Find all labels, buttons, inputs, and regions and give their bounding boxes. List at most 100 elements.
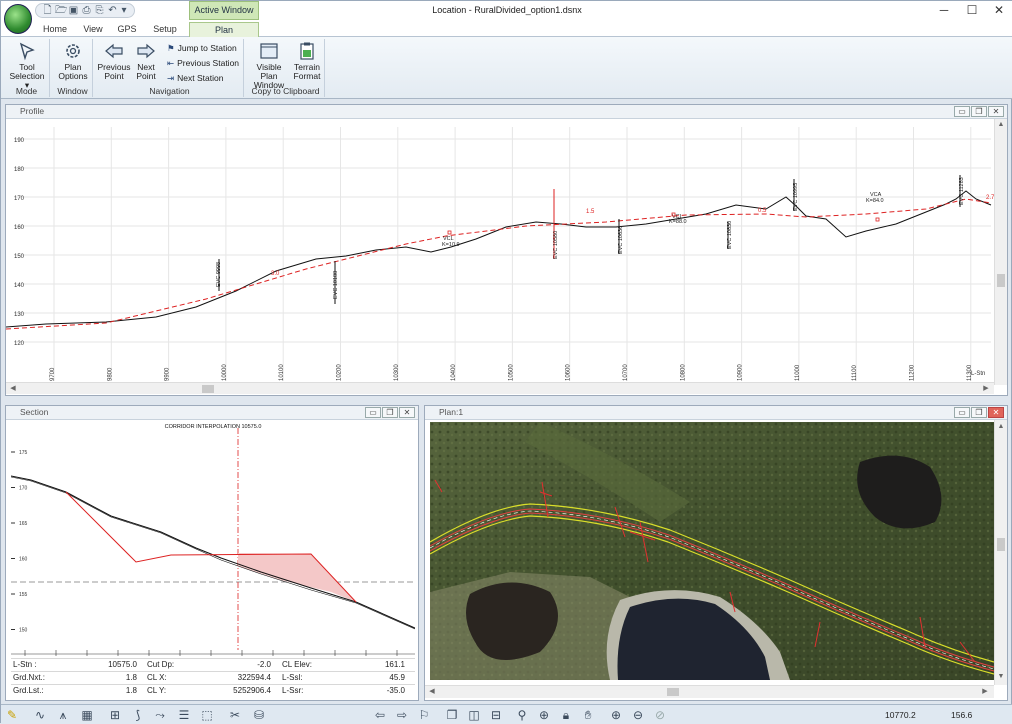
profile-minimize-button[interactable]: ▭ (954, 106, 970, 117)
pan-hand-icon[interactable]: ✋︎ (581, 708, 595, 722)
print-preview-icon[interactable]: ⎘ (94, 5, 105, 16)
section-minimize-button[interactable]: ▭ (365, 407, 381, 418)
alignment-icon[interactable]: ⟆ (131, 708, 145, 722)
undo-icon[interactable]: ↶ (107, 5, 118, 16)
section-chart[interactable]: CORRIDOR INTERPOLATION 10575.0 175 170 165 1… (11, 420, 415, 658)
plan-horizontal-scrollbar[interactable]: ◀ ▶ (425, 685, 994, 698)
tab-plan[interactable]: Plan (189, 22, 259, 37)
section-info-key: CL Elev: (282, 660, 312, 669)
minimize-button[interactable]: ─ (931, 1, 957, 20)
group-label-window: Window (57, 86, 88, 96)
customize-qat-icon[interactable]: ▾ (120, 5, 128, 16)
scroll-thumb[interactable] (997, 274, 1005, 287)
layout-icon[interactable]: ⊞ (108, 708, 122, 722)
scroll-thumb[interactable] (667, 688, 679, 696)
close-window-button[interactable]: ✕ (986, 1, 1012, 20)
section-y-tick-label: 150 (19, 628, 28, 634)
flag-icon[interactable]: ⚐ (417, 708, 431, 722)
scroll-right-arrow-icon[interactable]: ▶ (980, 687, 990, 697)
jump-to-station-button[interactable]: ⚑ Jump to Station (167, 42, 237, 54)
ribbon-tabs: Home View GPS Setup Plan (1, 20, 1012, 37)
plan-aerial-map[interactable] (430, 422, 994, 680)
profile-y-tick-label: 160 (14, 225, 25, 231)
next-station-label: Next Station (177, 73, 224, 83)
split-vertical-icon[interactable]: ◫ (467, 708, 481, 722)
clipboard-icon (300, 42, 314, 60)
section-y-tick-label: 155 (19, 592, 28, 598)
open-folder-icon[interactable]: 🗁 (55, 5, 67, 16)
new-file-icon[interactable]: 🗋 (42, 5, 53, 16)
cube-icon[interactable]: ⬚ (200, 708, 214, 722)
tab-gps[interactable]: GPS (111, 22, 143, 37)
scroll-thumb[interactable] (202, 385, 214, 393)
profile-x-tick-label: 10800 (680, 364, 686, 381)
list-icon[interactable]: ☰ (177, 708, 191, 722)
profile-tool-icon[interactable]: ⤳ (153, 708, 167, 722)
section-y-tick-label: 170 (19, 486, 28, 492)
scroll-left-arrow-icon[interactable]: ◀ (427, 687, 437, 697)
zoom-window-icon[interactable]: ⊕ (537, 708, 551, 722)
pencil-icon[interactable]: ✎ (5, 708, 19, 722)
tab-home[interactable]: Home (36, 22, 74, 37)
stamp-icon[interactable]: ⛁ (252, 708, 266, 722)
print-icon[interactable]: ⎙ (81, 5, 92, 16)
section-close-button[interactable]: ✕ (399, 407, 415, 418)
section-info-value: 45.9 (389, 673, 405, 682)
tab-view[interactable]: View (77, 22, 109, 37)
split-horizontal-icon[interactable]: ⊟ (489, 708, 503, 722)
zoom-icon[interactable]: ⚲ (515, 708, 529, 722)
plan-window-icon (260, 43, 278, 59)
plan-restore-button[interactable]: ❐ (971, 407, 987, 418)
back-arrow-icon[interactable]: ⇦ (373, 708, 387, 722)
plan-vertical-scrollbar[interactable]: ▲ ▼ (994, 420, 1007, 685)
scroll-up-arrow-icon[interactable]: ▲ (996, 422, 1006, 432)
save-icon[interactable]: ▣ (68, 5, 79, 16)
corridor-icon[interactable]: ⩚ (56, 708, 70, 722)
measure-icon[interactable]: ✂ (228, 708, 242, 722)
profile-panel: Profile ▭ ❐ ✕ 190 180 170 160 150 140 130 120 9700… (5, 104, 1008, 396)
terrain-format-button[interactable]: Terrain Format (291, 41, 323, 81)
profile-close-button[interactable]: ✕ (988, 106, 1004, 117)
previous-station-button[interactable]: ⇤ Previous Station (167, 57, 239, 69)
forward-arrow-icon[interactable]: ⇨ (395, 708, 409, 722)
profile-horizontal-scrollbar[interactable]: ◀ ▶ (6, 382, 994, 394)
section-info-key: Cut Dp: (147, 660, 175, 669)
section-restore-button[interactable]: ❐ (382, 407, 398, 418)
profile-curve-label: EVC 11283 (959, 177, 965, 205)
next-station-button[interactable]: ⇥ Next Station (167, 72, 223, 84)
grid-table-icon[interactable]: ▦ (80, 708, 94, 722)
zoom-previous-icon[interactable]: ⊘ (653, 708, 667, 722)
tool-selection-button[interactable]: Tool Selection ▾ (7, 41, 47, 90)
profile-y-tick-label: 150 (14, 254, 25, 260)
quick-access-toolbar: 🗋 🗁 ▣ ⎙ ⎘ ↶ ▾ (35, 3, 135, 18)
curve-tool-icon[interactable]: ∿ (33, 708, 47, 722)
scroll-up-arrow-icon[interactable]: ▲ (996, 120, 1006, 130)
scroll-right-arrow-icon[interactable]: ▶ (981, 384, 991, 394)
profile-vertical-scrollbar[interactable]: ▲ (994, 119, 1007, 385)
profile-x-tick-label: 11100 (852, 365, 858, 381)
maximize-button[interactable]: ☐ (959, 1, 985, 20)
lock-icon[interactable]: 🔒︎ (559, 708, 573, 722)
scroll-thumb[interactable] (997, 538, 1005, 551)
plan-minimize-button[interactable]: ▭ (954, 407, 970, 418)
profile-restore-button[interactable]: ❐ (971, 106, 987, 117)
previous-station-icon: ⇤ (167, 57, 175, 68)
plan-options-button[interactable]: Plan Options (55, 41, 91, 81)
zoom-in-icon[interactable]: ⊕ (609, 708, 623, 722)
windows-cascade-icon[interactable]: ❐ (445, 708, 459, 722)
plan-close-button[interactable]: ✕ (988, 407, 1004, 418)
profile-chart[interactable]: 190 180 170 160 150 140 130 120 9700 9800 9900 1000… (6, 119, 994, 385)
scroll-left-arrow-icon[interactable]: ◀ (8, 384, 18, 394)
profile-y-tick-label: 170 (14, 196, 25, 202)
tab-setup[interactable]: Setup (146, 22, 184, 37)
zoom-out-icon[interactable]: ⊖ (631, 708, 645, 722)
profile-pvi-marker (447, 230, 452, 235)
scroll-down-arrow-icon[interactable]: ▼ (996, 672, 1006, 682)
next-point-button[interactable]: Next Point (131, 41, 161, 81)
previous-point-button[interactable]: Previous Point (97, 41, 131, 81)
terrain-format-label: Terrain Format (293, 62, 321, 81)
app-logo-icon[interactable] (4, 4, 32, 34)
profile-pvi-marker (875, 217, 880, 222)
visible-plan-window-button[interactable]: Visible Plan Window (248, 41, 290, 90)
section-y-tick-label: 165 (19, 521, 28, 527)
